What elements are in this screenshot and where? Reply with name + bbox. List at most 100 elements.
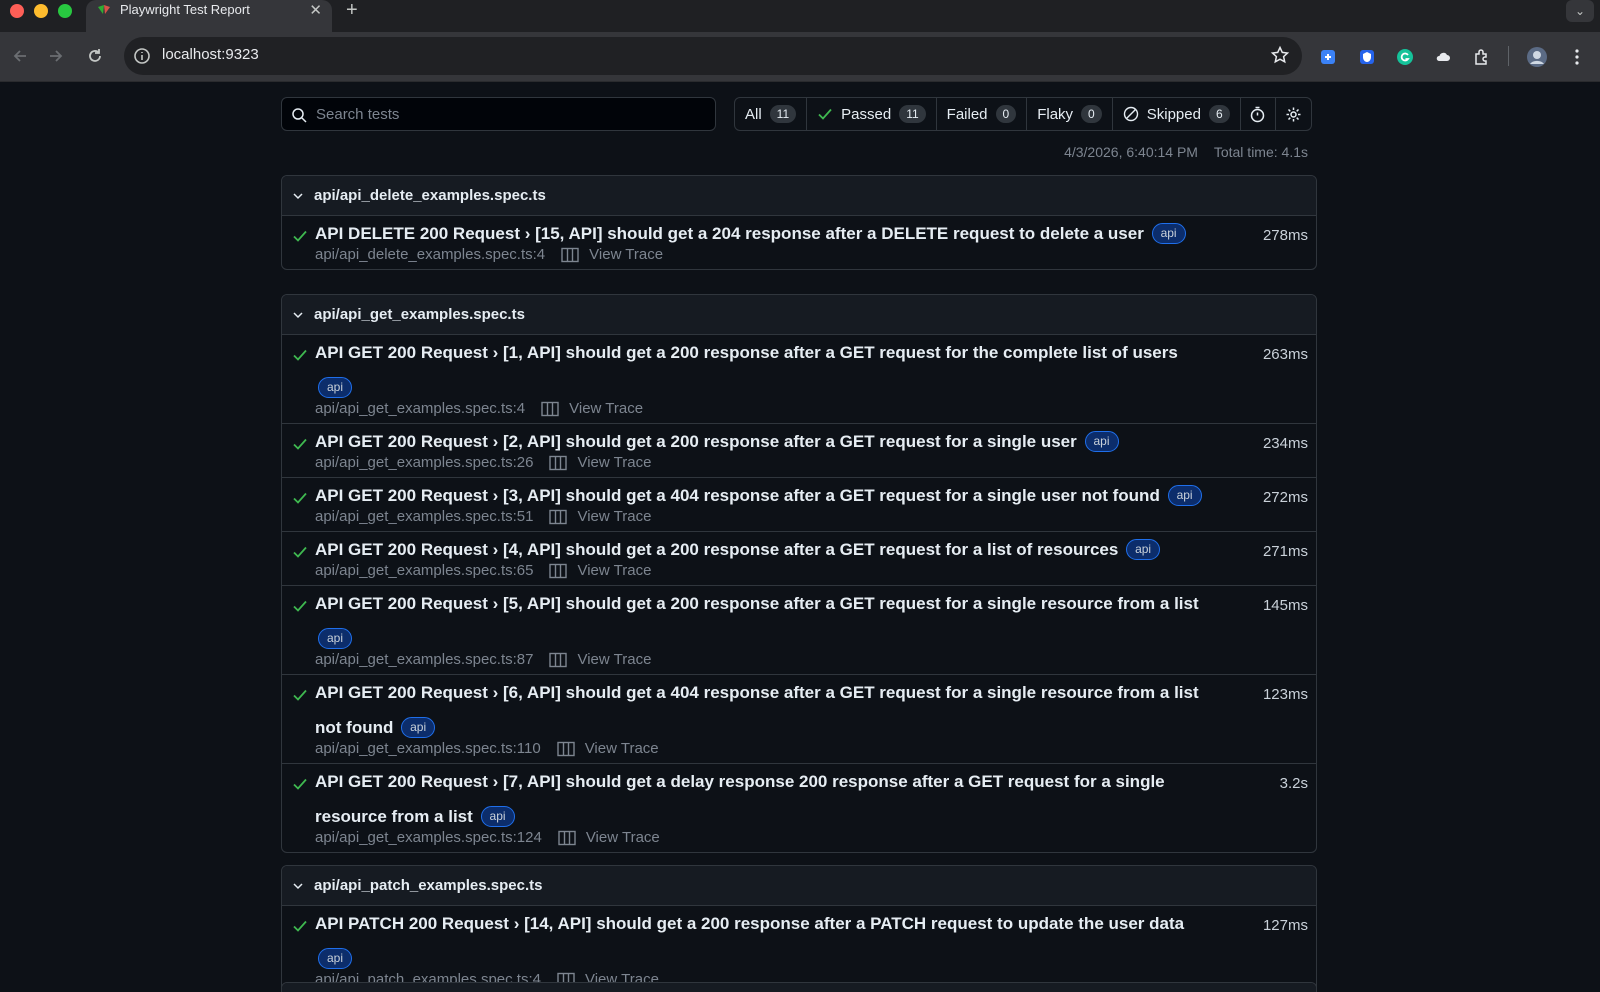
filter-failed[interactable]: Failed 0 xyxy=(937,98,1028,130)
test-row[interactable]: API GET 200 Request › [3, API] should ge… xyxy=(282,478,1316,532)
filter-all[interactable]: All 11 xyxy=(735,98,808,130)
reload-button[interactable] xyxy=(81,42,109,70)
search-box[interactable] xyxy=(281,97,716,131)
test-location[interactable]: api/api_get_examples.spec.ts:124 xyxy=(315,829,542,846)
test-title[interactable]: API DELETE 200 Request › [15, API] shoul… xyxy=(315,224,1144,243)
toolbar-separator xyxy=(1508,46,1509,66)
file-header[interactable]: api/api_delete_examples.spec.ts xyxy=(282,176,1316,216)
passed-check-icon xyxy=(293,778,307,790)
view-trace-link[interactable]: View Trace xyxy=(549,508,651,525)
test-location[interactable]: api/api_get_examples.spec.ts:4 xyxy=(315,400,525,417)
test-meta: api/api_get_examples.spec.ts:124 View Tr… xyxy=(315,829,1206,846)
extension-puzzle-blue-icon[interactable] xyxy=(1317,46,1339,68)
reload-icon xyxy=(89,49,101,62)
passed-check-icon xyxy=(293,600,307,612)
tag-badge[interactable]: api xyxy=(1167,485,1202,506)
test-title[interactable]: API GET 200 Request › [6, API] should ge… xyxy=(315,683,1199,737)
test-location[interactable]: api/api_get_examples.spec.ts:110 xyxy=(315,740,541,757)
view-trace-link[interactable]: View Trace xyxy=(549,651,651,668)
filter-skipped[interactable]: Skipped 6 xyxy=(1113,98,1241,130)
test-location[interactable]: api/api_get_examples.spec.ts:26 xyxy=(315,454,533,471)
tag-badge[interactable]: api xyxy=(318,377,353,398)
test-title[interactable]: API PATCH 200 Request › [14, API] should… xyxy=(315,914,1184,933)
settings-button[interactable] xyxy=(1276,98,1311,130)
tab-search-button[interactable]: ⌄ xyxy=(1566,0,1594,22)
tag-badge[interactable]: api xyxy=(480,806,515,827)
filter-flaky[interactable]: Flaky 0 xyxy=(1027,98,1113,130)
window-maximize-button[interactable] xyxy=(58,4,72,18)
test-title[interactable]: API GET 200 Request › [5, API] should ge… xyxy=(315,594,1199,613)
view-trace-link[interactable]: View Trace xyxy=(557,740,659,757)
test-row[interactable]: API GET 200 Request › [7, API] should ge… xyxy=(282,764,1316,852)
profile-avatar-icon[interactable] xyxy=(1526,46,1548,68)
total-time: Total time: 4.1s xyxy=(1213,144,1308,160)
report-timestamp: 4/3/2026, 6:40:14 PM xyxy=(1064,144,1198,160)
browser-tab[interactable]: Playwright Test Report ✕ xyxy=(86,0,332,32)
passed-check-icon xyxy=(293,349,307,361)
test-row[interactable]: API GET 200 Request › [6, API] should ge… xyxy=(282,675,1316,764)
new-tab-button[interactable]: + xyxy=(346,0,358,22)
passed-check-icon xyxy=(293,230,307,242)
passed-check-icon xyxy=(293,920,307,932)
tag-badge[interactable]: api xyxy=(1126,539,1161,560)
file-header[interactable] xyxy=(282,983,1316,992)
speedboard-button[interactable] xyxy=(1241,98,1276,130)
test-location[interactable]: api/api_delete_examples.spec.ts:4 xyxy=(315,246,545,263)
browser-menu-icon[interactable] xyxy=(1566,46,1588,68)
forward-button[interactable] xyxy=(42,42,70,70)
tag-badge[interactable]: api xyxy=(318,948,353,969)
grammarly-icon[interactable] xyxy=(1394,46,1416,68)
search-input[interactable] xyxy=(316,98,706,130)
test-title[interactable]: API GET 200 Request › [3, API] should ge… xyxy=(315,486,1160,505)
back-button[interactable] xyxy=(6,42,34,70)
filter-count: 11 xyxy=(899,105,926,123)
bookmark-star-icon[interactable] xyxy=(1270,45,1290,65)
test-title[interactable]: API GET 200 Request › [2, API] should ge… xyxy=(315,432,1077,451)
test-title[interactable]: API GET 200 Request › [7, API] should ge… xyxy=(315,772,1165,826)
test-row[interactable]: API GET 200 Request › [2, API] should ge… xyxy=(282,424,1316,478)
test-title[interactable]: API GET 200 Request › [1, API] should ge… xyxy=(315,343,1178,362)
trace-icon xyxy=(541,401,559,416)
test-location[interactable]: api/api_get_examples.spec.ts:51 xyxy=(315,508,533,525)
view-trace-link[interactable]: View Trace xyxy=(549,562,651,579)
test-row[interactable]: API GET 200 Request › [4, API] should ge… xyxy=(282,532,1316,586)
file-header[interactable]: api/api_patch_examples.spec.ts xyxy=(282,866,1316,906)
test-duration: 3.2s xyxy=(1279,775,1308,792)
extensions-menu-icon[interactable] xyxy=(1470,46,1492,68)
file-header[interactable]: api/api_get_examples.spec.ts xyxy=(282,295,1316,335)
site-info-icon[interactable] xyxy=(132,46,152,66)
tag-badge[interactable]: api xyxy=(401,717,436,738)
test-row[interactable]: API DELETE 200 Request › [15, API] shoul… xyxy=(282,216,1316,269)
browser-toolbar: localhost:9323 xyxy=(0,32,1600,82)
filter-passed[interactable]: Passed 11 xyxy=(807,98,937,130)
tag-badge[interactable]: api xyxy=(1084,431,1119,452)
test-row[interactable]: API GET 200 Request › [1, API] should ge… xyxy=(282,335,1316,424)
file-name: api/api_get_examples.spec.ts xyxy=(314,306,525,323)
window-close-button[interactable] xyxy=(10,4,24,18)
test-duration: 263ms xyxy=(1262,346,1308,363)
report-meta: 4/3/2026, 6:40:14 PM Total time: 4.1s xyxy=(1064,144,1308,160)
gear-icon xyxy=(1286,107,1301,121)
cloud-extension-icon[interactable] xyxy=(1432,46,1454,68)
tab-close-icon[interactable]: ✕ xyxy=(309,1,322,19)
address-bar[interactable]: localhost:9323 xyxy=(124,37,1302,75)
window-minimize-button[interactable] xyxy=(34,4,48,18)
view-trace-link[interactable]: View Trace xyxy=(558,829,660,846)
tag-badge[interactable]: api xyxy=(1151,223,1186,244)
view-trace-link[interactable]: View Trace xyxy=(541,400,643,417)
url-text: localhost:9323 xyxy=(162,46,259,63)
trace-icon xyxy=(549,509,568,524)
filter-count: 11 xyxy=(769,105,797,123)
view-trace-link[interactable]: View Trace xyxy=(549,454,651,471)
filter-count: 6 xyxy=(1208,105,1230,123)
tag-badge[interactable]: api xyxy=(318,628,353,649)
view-trace-link[interactable]: View Trace xyxy=(561,246,663,263)
test-row[interactable]: API PATCH 200 Request › [14, API] should… xyxy=(282,906,1316,992)
skipped-circle-slash-icon xyxy=(1123,106,1139,122)
test-title[interactable]: API GET 200 Request › [4, API] should ge… xyxy=(315,540,1118,559)
test-location[interactable]: api/api_get_examples.spec.ts:65 xyxy=(315,562,533,579)
extension-shield-icon[interactable] xyxy=(1356,46,1378,68)
test-row[interactable]: API GET 200 Request › [5, API] should ge… xyxy=(282,586,1316,675)
view-trace-label: View Trace xyxy=(577,508,652,525)
test-location[interactable]: api/api_get_examples.spec.ts:87 xyxy=(315,651,533,668)
